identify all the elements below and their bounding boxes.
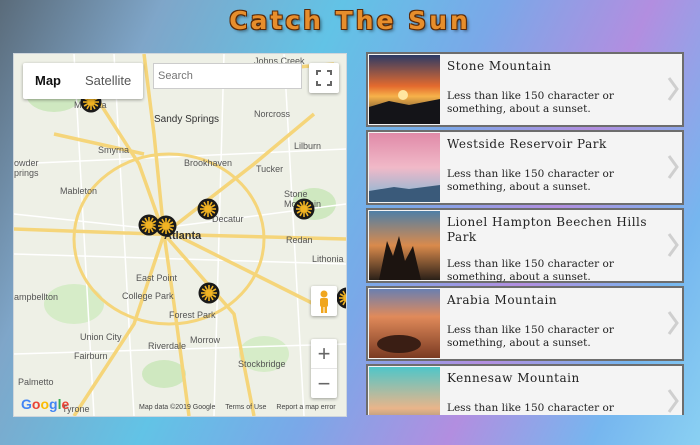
map-type-map-button[interactable]: Map bbox=[23, 63, 73, 99]
map-label-union-city: Union City bbox=[80, 332, 122, 342]
terms-of-use-link[interactable]: Terms of Use bbox=[225, 404, 266, 411]
sun-marker-icon[interactable] bbox=[155, 215, 177, 237]
map-label-redan: Redan bbox=[286, 235, 313, 245]
map-label-riverdale: Riverdale bbox=[148, 341, 187, 351]
location-title: Arabia Mountain bbox=[447, 293, 558, 307]
fullscreen-button[interactable] bbox=[309, 63, 339, 93]
location-card[interactable]: Stone Mountain Less than like 150 charac… bbox=[366, 52, 684, 127]
map-label-college-park: College Park bbox=[122, 291, 174, 301]
location-description: Less than like 150 character or somethin… bbox=[447, 258, 614, 283]
location-description: Less than like 150 character or somethin… bbox=[447, 90, 614, 115]
street-view-pegman-button[interactable] bbox=[311, 286, 337, 316]
sun-marker-icon[interactable] bbox=[336, 287, 346, 309]
location-title: Kennesaw Mountain bbox=[447, 371, 580, 385]
map-label-campbellton: ampbellton bbox=[14, 292, 59, 302]
zoom-in-button[interactable]: + bbox=[311, 339, 337, 368]
map-label-stockbridge: Stockbridge bbox=[238, 359, 286, 369]
map-label-east-point: East Point bbox=[136, 273, 178, 283]
map-label-sandy-springs: Sandy Springs bbox=[154, 114, 220, 125]
map-label-palmetto: Palmetto bbox=[18, 377, 54, 387]
chevron-right-icon[interactable] bbox=[666, 154, 680, 180]
location-card[interactable]: Kennesaw Mountain Less than like 150 cha… bbox=[366, 364, 684, 415]
pegman-icon bbox=[320, 290, 328, 313]
chevron-right-icon[interactable] bbox=[666, 232, 680, 258]
fullscreen-icon bbox=[316, 70, 332, 86]
location-thumbnail bbox=[369, 55, 440, 124]
map-label-norcross: Norcross bbox=[254, 109, 291, 119]
map-label-forest-park: Forest Park bbox=[169, 310, 216, 320]
location-description: Less than like 150 character or somethin… bbox=[447, 324, 614, 349]
map-data-attribution: Map data ©2019 Google bbox=[139, 404, 216, 411]
chevron-right-icon[interactable] bbox=[666, 388, 680, 414]
sun-marker-icon[interactable] bbox=[198, 282, 220, 304]
location-thumbnail bbox=[369, 289, 440, 358]
chevron-right-icon[interactable] bbox=[666, 310, 680, 336]
location-card[interactable]: Arabia Mountain Less than like 150 chara… bbox=[366, 286, 684, 361]
location-description: Less than like 150 character or somethin… bbox=[447, 402, 614, 414]
location-card[interactable]: Lionel Hampton Beechen Hills Park Less t… bbox=[366, 208, 684, 283]
map-label-powder-springs: owder prings bbox=[14, 158, 39, 178]
map-panel[interactable]: Johns Creek Marietta Sandy Springs Norcr… bbox=[13, 53, 347, 417]
map-search-input[interactable] bbox=[153, 63, 302, 89]
location-title: Westside Reservoir Park bbox=[447, 137, 607, 151]
map-type-satellite-button[interactable]: Satellite bbox=[73, 63, 143, 99]
chevron-right-icon[interactable] bbox=[666, 76, 680, 102]
location-list[interactable]: Stone Mountain Less than like 150 charac… bbox=[366, 52, 684, 415]
map-label-brookhaven: Brookhaven bbox=[184, 158, 233, 168]
location-card[interactable]: Westside Reservoir Park Less than like 1… bbox=[366, 130, 684, 205]
location-thumbnail bbox=[369, 211, 440, 280]
location-title: Stone Mountain bbox=[447, 59, 552, 73]
map-label-mableton: Mableton bbox=[60, 186, 98, 196]
map-type-toggle: Map Satellite bbox=[23, 63, 144, 99]
map-label-morrow: Morrow bbox=[190, 335, 221, 345]
location-thumbnail bbox=[369, 133, 440, 202]
map-label-lilburn: Lilburn bbox=[294, 141, 322, 151]
map-label-tucker: Tucker bbox=[256, 164, 284, 174]
map-label-fairburn: Fairburn bbox=[74, 351, 108, 361]
zoom-out-button[interactable]: − bbox=[311, 368, 337, 398]
map-label-smyrna: Smyrna bbox=[98, 145, 130, 155]
report-map-error-link[interactable]: Report a map error bbox=[276, 404, 335, 411]
google-logo[interactable]: Google bbox=[21, 396, 69, 412]
location-description: Less than like 150 character or somethin… bbox=[447, 168, 614, 193]
app-title: Catch The Sun bbox=[229, 6, 471, 35]
location-title: Lionel Hampton Beechen Hills Park bbox=[447, 215, 648, 244]
location-thumbnail bbox=[369, 367, 440, 415]
map-footer: Map data ©2019 Google Terms of Use Repor… bbox=[139, 404, 344, 411]
zoom-control: + − bbox=[311, 339, 337, 398]
sun-marker-icon[interactable] bbox=[293, 198, 315, 220]
map-label-lithonia: Lithonia bbox=[312, 254, 344, 264]
sun-marker-icon[interactable] bbox=[197, 198, 219, 220]
